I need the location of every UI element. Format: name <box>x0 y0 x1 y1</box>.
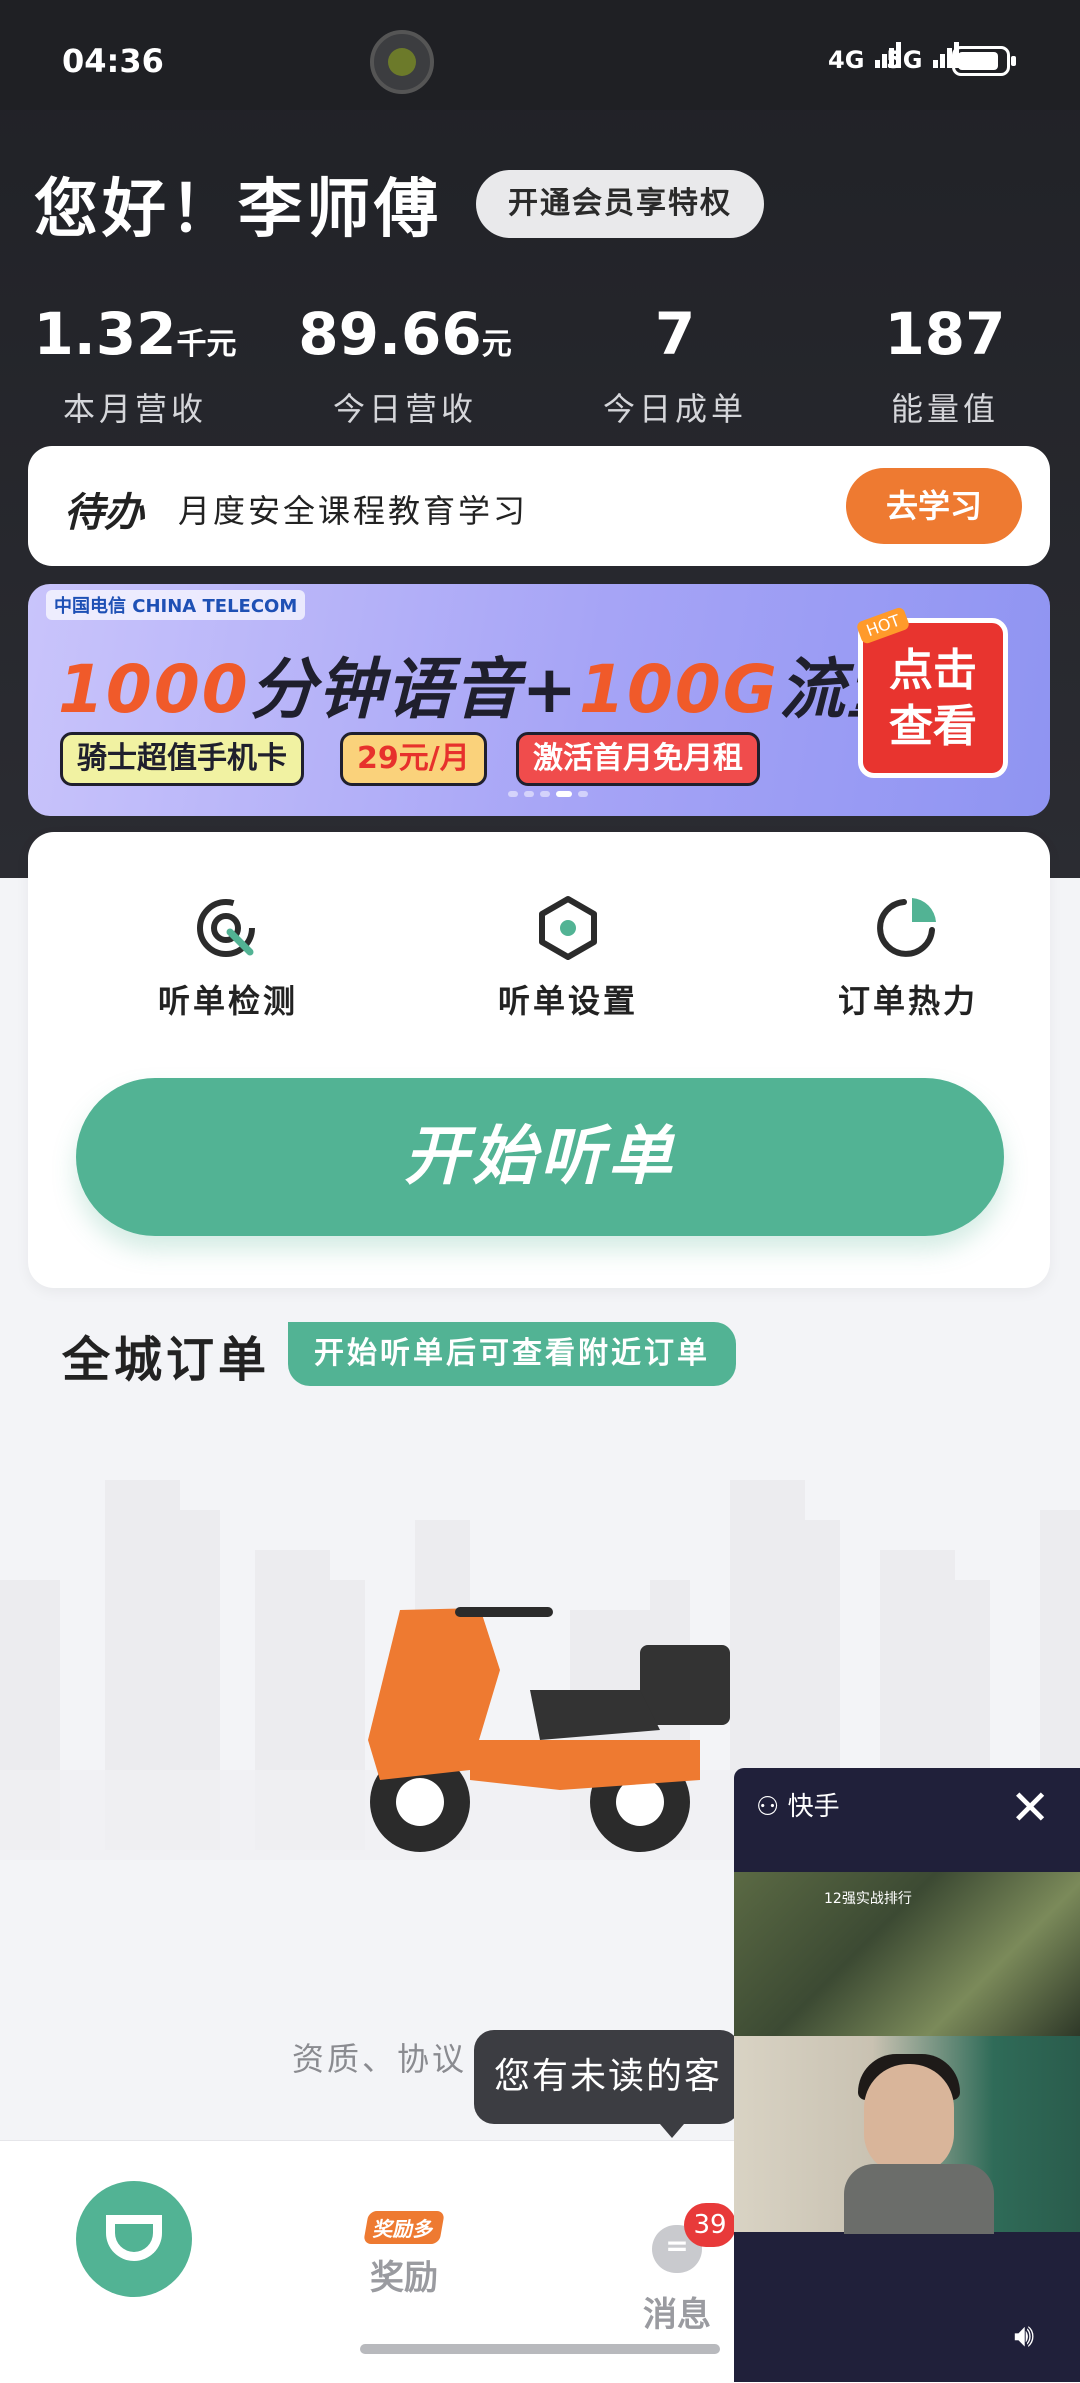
signal-4g-label: 4G <box>828 46 865 74</box>
stat-unit: 千元 <box>176 327 237 362</box>
banner-cta-line1: 点击 <box>889 645 977 696</box>
carousel-dots <box>508 782 594 801</box>
start-listening-button[interactable]: 开始听单 <box>76 1078 1004 1236</box>
function-label: 听单检测 <box>157 982 298 1020</box>
greeting-title: 您好！李师傅 <box>34 173 442 247</box>
status-bar: 04:36 4G 5G <box>0 0 1080 110</box>
order-heatmap-button[interactable]: 订单热力 <box>778 894 1038 1022</box>
unread-count-badge: 39 <box>684 2203 736 2247</box>
todo-text: 月度安全课程教育学习 <box>178 492 529 530</box>
front-camera <box>370 30 434 94</box>
promo-banner[interactable]: 中国电信 CHINA TELECOM 1000分钟语音+100G流量 骑士超值手… <box>28 584 1050 816</box>
kuaishou-logo: ⚇ 快手 <box>756 1792 840 1822</box>
todo-card[interactable]: 待办 月度安全课程教育学习 去学习 <box>28 446 1050 566</box>
streamer-body <box>844 2164 994 2234</box>
stat-label: 今日营收 <box>332 390 477 428</box>
banner-headline-mid: 分钟语音+ <box>249 651 580 728</box>
signal-5g-label: 5G <box>886 46 923 74</box>
stat-label: 本月营收 <box>62 390 207 428</box>
unread-tooltip[interactable]: 您有未读的客 <box>474 2030 740 2124</box>
reward-badge: 奖励多 <box>363 2211 445 2244</box>
floating-app-name: 快手 <box>787 1792 840 1822</box>
stat-today-orders[interactable]: 7 今日成单 <box>550 300 800 430</box>
stat-today-revenue[interactable]: 89.66元 今日营收 <box>280 300 530 430</box>
todo-badge: 待办 <box>64 490 144 536</box>
stat-monthly-revenue[interactable]: 1.32千元 本月营收 <box>10 300 260 430</box>
didi-logo-icon <box>106 2215 162 2261</box>
close-icon[interactable]: ✕ <box>1010 1784 1050 1832</box>
tab-label: 消息 <box>643 2295 711 2335</box>
home-indicator[interactable] <box>360 2344 720 2354</box>
city-orders-tip: 开始听单后可查看附近订单 <box>288 1322 736 1386</box>
status-time: 04:36 <box>62 42 164 80</box>
banner-headline-num1: 1000 <box>58 651 250 728</box>
banner-cta-line2: 查看 <box>889 701 977 752</box>
city-orders-title: 全城订单 <box>62 1332 271 1388</box>
vip-membership-button[interactable]: 开通会员享特权 <box>476 170 764 238</box>
radar-icon <box>197 899 255 957</box>
stat-label: 今日成单 <box>602 390 747 428</box>
banner-cta-button[interactable]: 点击 查看 <box>858 618 1008 778</box>
stat-energy[interactable]: 187 能量值 <box>820 300 1070 430</box>
banner-tag-price: 29元/月 <box>340 732 487 786</box>
banner-headline-num2: 100G <box>579 651 779 728</box>
stat-unit: 元 <box>481 327 512 362</box>
stat-value: 1.32 <box>33 300 177 368</box>
stat-label: 能量值 <box>890 390 999 428</box>
tab-label: 奖励 <box>370 2258 438 2298</box>
banner-headline: 1000分钟语音+100G流量 <box>58 636 915 732</box>
hexagon-settings-icon <box>539 896 597 960</box>
tooltip-tail <box>660 2124 684 2138</box>
volume-icon[interactable]: 🔊︎ <box>1014 2316 1034 2355</box>
tab-reward[interactable]: 奖励多 奖励 <box>344 2211 464 2299</box>
signal-5g-icon: 5G <box>886 42 959 74</box>
function-card: 听单检测 听单设置 订单热力 开始听单 <box>28 832 1050 1288</box>
stat-value: 187 <box>884 300 1006 368</box>
function-label: 听单设置 <box>497 982 638 1020</box>
listen-settings-button[interactable]: 听单设置 <box>438 894 698 1022</box>
function-label: 订单热力 <box>837 982 978 1020</box>
banner-tag-free-month: 激活首月免月租 <box>516 732 760 786</box>
go-study-button[interactable]: 去学习 <box>846 468 1022 544</box>
banner-tag-sim-card: 骑士超值手机卡 <box>60 732 304 786</box>
listen-detect-button[interactable]: 听单检测 <box>98 894 358 1022</box>
battery-icon <box>952 46 1016 76</box>
pie-chart-icon <box>877 898 936 957</box>
game-overlay-text: 12强实战排行 <box>824 1891 912 1907</box>
streamer-face <box>864 2064 954 2174</box>
stat-value: 89.66 <box>298 300 482 368</box>
floating-video-window[interactable]: ⚇ 快手 ✕ 12强实战排行 🔊︎ <box>734 1768 1080 2382</box>
tab-messages[interactable]: 39 消息 <box>612 2181 742 2336</box>
stat-value: 7 <box>654 300 696 368</box>
china-telecom-logo: 中国电信 CHINA TELECOM <box>46 590 306 620</box>
tab-home[interactable] <box>76 2181 192 2297</box>
